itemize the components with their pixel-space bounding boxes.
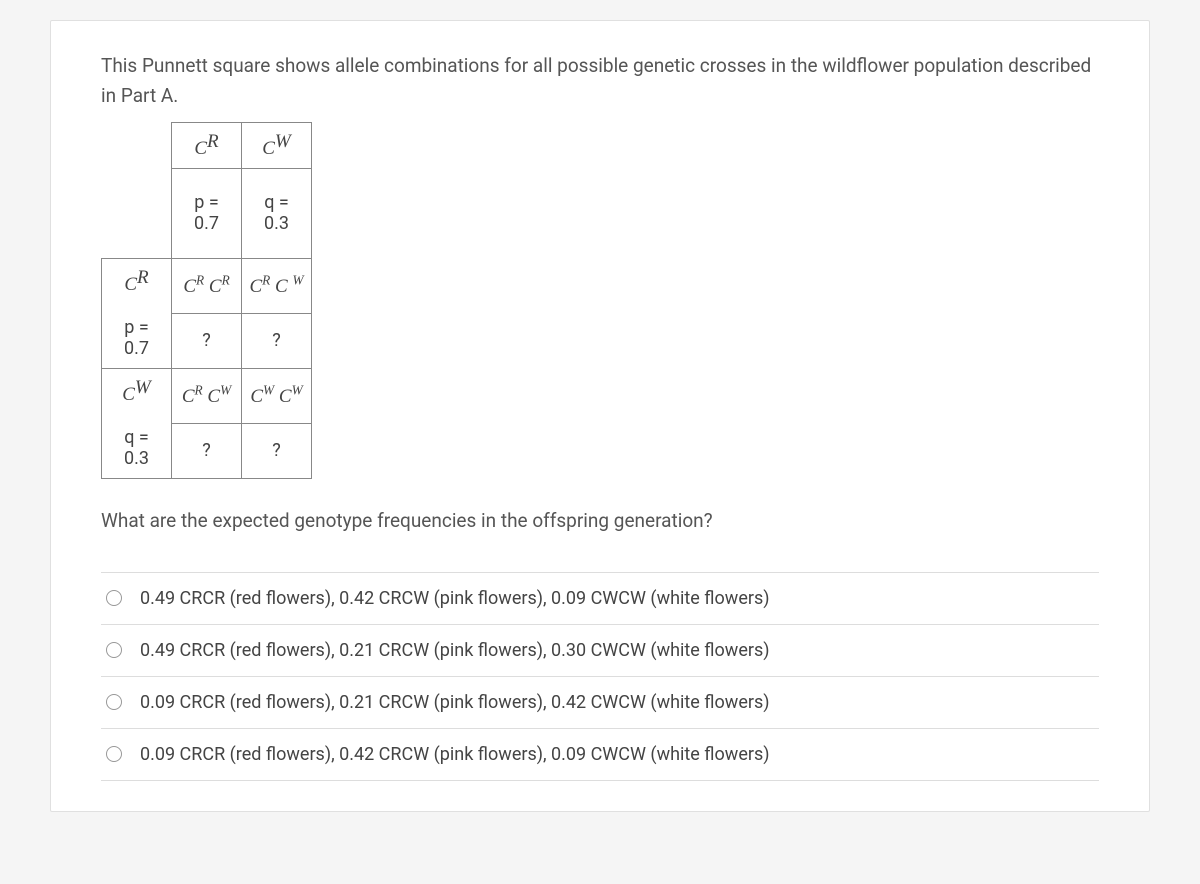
option-label: 0.49 CRCR (red flowers), 0.21 CRCW (pink…: [140, 640, 770, 661]
cell-r2c2-geno: CW CW: [242, 368, 312, 423]
radio-icon: [106, 642, 122, 658]
radio-icon: [106, 590, 122, 606]
intro-text: This Punnett square shows allele combina…: [101, 51, 1099, 112]
cell-r2c1-val: ?: [172, 423, 242, 478]
option-2[interactable]: 0.49 CRCR (red flowers), 0.21 CRCW (pink…: [101, 624, 1099, 676]
cell-r1c1-val: ?: [172, 313, 242, 368]
question-prompt: What are the expected genotype frequenci…: [101, 509, 1099, 532]
question-card: This Punnett square shows allele combina…: [50, 20, 1150, 812]
cell-r1c1-geno: CR CR: [172, 258, 242, 313]
cell-r1c2-geno: CR C W: [242, 258, 312, 313]
col2-freq: q = 0.3: [242, 168, 312, 258]
cell-r1c2-val: ?: [242, 313, 312, 368]
radio-icon: [106, 694, 122, 710]
option-3[interactable]: 0.09 CRCR (red flowers), 0.21 CRCW (pink…: [101, 676, 1099, 728]
row1-header: CR p = 0.7: [102, 258, 172, 368]
spacer-cell: [102, 122, 172, 168]
col2-allele-header: CW: [242, 122, 312, 168]
punnett-square: CR CW p = 0.7 q = 0.3 CR p = 0.7: [101, 122, 312, 479]
option-label: 0.09 CRCR (red flowers), 0.42 CRCW (pink…: [140, 744, 770, 765]
cell-r2c2-val: ?: [242, 423, 312, 478]
col1-allele-header: CR: [172, 122, 242, 168]
options-list: 0.49 CRCR (red flowers), 0.42 CRCW (pink…: [101, 572, 1099, 781]
radio-icon: [106, 746, 122, 762]
cell-r2c1-geno: CR CW: [172, 368, 242, 423]
row2-header: CW q = 0.3: [102, 368, 172, 478]
spacer-cell: [102, 168, 172, 258]
option-label: 0.49 CRCR (red flowers), 0.42 CRCW (pink…: [140, 588, 770, 609]
col1-freq: p = 0.7: [172, 168, 242, 258]
option-1[interactable]: 0.49 CRCR (red flowers), 0.42 CRCW (pink…: [101, 572, 1099, 624]
option-4[interactable]: 0.09 CRCR (red flowers), 0.42 CRCW (pink…: [101, 728, 1099, 781]
option-label: 0.09 CRCR (red flowers), 0.21 CRCW (pink…: [140, 692, 770, 713]
